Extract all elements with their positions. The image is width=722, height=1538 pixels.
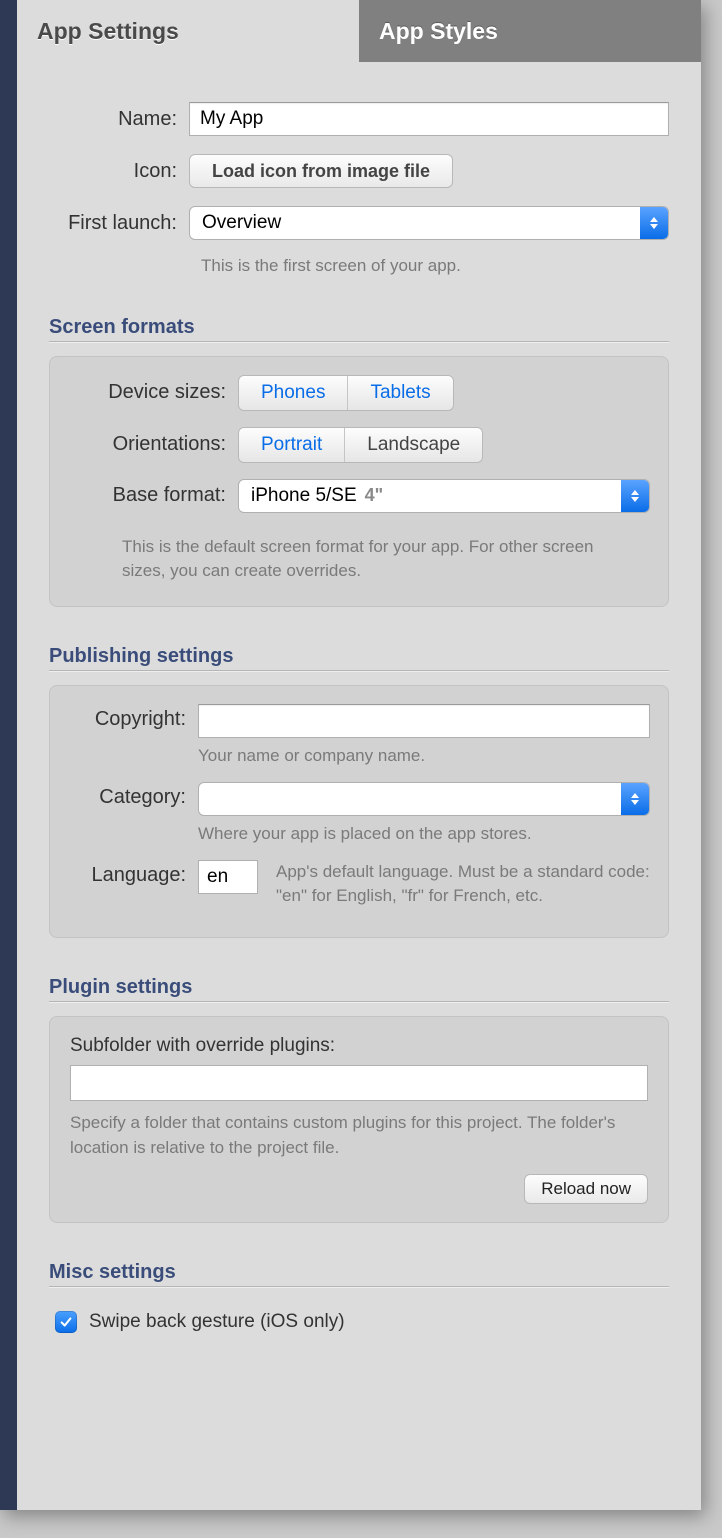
plugin-subfolder-input[interactable] bbox=[70, 1065, 648, 1101]
publishing-panel: Copyright: Your name or company name. Ca… bbox=[49, 685, 669, 938]
select-arrows-icon bbox=[640, 207, 668, 239]
section-rule bbox=[49, 670, 669, 671]
base-format-value: iPhone 5/SE bbox=[251, 485, 357, 507]
category-hint: Where your app is placed on the app stor… bbox=[198, 822, 650, 846]
misc-title: Misc settings bbox=[49, 1261, 669, 1284]
icon-label: Icon: bbox=[49, 160, 189, 183]
reload-plugins-button[interactable]: Reload now bbox=[524, 1174, 648, 1204]
tab-app-settings[interactable]: App Settings bbox=[17, 0, 359, 62]
device-size-phones[interactable]: Phones bbox=[239, 376, 348, 410]
plugin-subfolder-label: Subfolder with override plugins: bbox=[70, 1035, 648, 1057]
swipe-back-checkbox[interactable] bbox=[55, 1311, 77, 1333]
language-label: Language: bbox=[68, 860, 198, 887]
orientation-landscape[interactable]: Landscape bbox=[345, 428, 482, 462]
orientations-group: Portrait Landscape bbox=[238, 427, 483, 463]
language-hint: App's default language. Must be a standa… bbox=[276, 860, 650, 909]
orientations-label: Orientations: bbox=[68, 433, 238, 456]
settings-window: App Settings App Styles Name: Icon: Load… bbox=[0, 0, 701, 1510]
copyright-input[interactable] bbox=[198, 704, 650, 738]
load-icon-button[interactable]: Load icon from image file bbox=[189, 154, 453, 188]
tab-app-styles[interactable]: App Styles bbox=[359, 0, 701, 62]
plugin-title: Plugin settings bbox=[49, 976, 669, 999]
select-arrows-icon bbox=[621, 783, 649, 815]
first-launch-value: Overview bbox=[202, 212, 281, 234]
device-sizes-group: Phones Tablets bbox=[238, 375, 454, 411]
plugin-hint: Specify a folder that contains custom pl… bbox=[70, 1111, 648, 1160]
device-size-tablets[interactable]: Tablets bbox=[348, 376, 452, 410]
screen-formats-title: Screen formats bbox=[49, 316, 669, 339]
copyright-hint: Your name or company name. bbox=[198, 744, 650, 768]
screen-formats-panel: Device sizes: Phones Tablets Orientation… bbox=[49, 356, 669, 607]
section-rule bbox=[49, 1286, 669, 1287]
select-arrows-icon bbox=[621, 480, 649, 512]
orientation-portrait[interactable]: Portrait bbox=[239, 428, 345, 462]
first-launch-hint: This is the first screen of your app. bbox=[201, 254, 669, 278]
content-area: Name: Icon: Load icon from image file Fi… bbox=[17, 62, 701, 1363]
category-label: Category: bbox=[68, 782, 198, 809]
category-select[interactable] bbox=[198, 782, 650, 816]
swipe-back-row: Swipe back gesture (iOS only) bbox=[49, 1301, 669, 1343]
copyright-label: Copyright: bbox=[68, 704, 198, 731]
language-input[interactable] bbox=[198, 860, 258, 894]
base-format-select[interactable]: iPhone 5/SE 4" bbox=[238, 479, 650, 513]
swipe-back-label: Swipe back gesture (iOS only) bbox=[89, 1311, 345, 1333]
name-label: Name: bbox=[49, 108, 189, 131]
base-format-label: Base format: bbox=[68, 484, 238, 507]
base-format-size: 4" bbox=[365, 485, 384, 506]
first-launch-label: First launch: bbox=[49, 212, 189, 235]
section-rule bbox=[49, 1001, 669, 1002]
name-input[interactable] bbox=[189, 102, 669, 136]
publishing-title: Publishing settings bbox=[49, 645, 669, 668]
screen-formats-hint: This is the default screen format for yo… bbox=[68, 529, 650, 584]
device-sizes-label: Device sizes: bbox=[68, 381, 238, 404]
tab-bar: App Settings App Styles bbox=[17, 0, 701, 62]
check-icon bbox=[59, 1315, 73, 1329]
plugin-panel: Subfolder with override plugins: Specify… bbox=[49, 1016, 669, 1223]
first-launch-select[interactable]: Overview bbox=[189, 206, 669, 240]
section-rule bbox=[49, 341, 669, 342]
